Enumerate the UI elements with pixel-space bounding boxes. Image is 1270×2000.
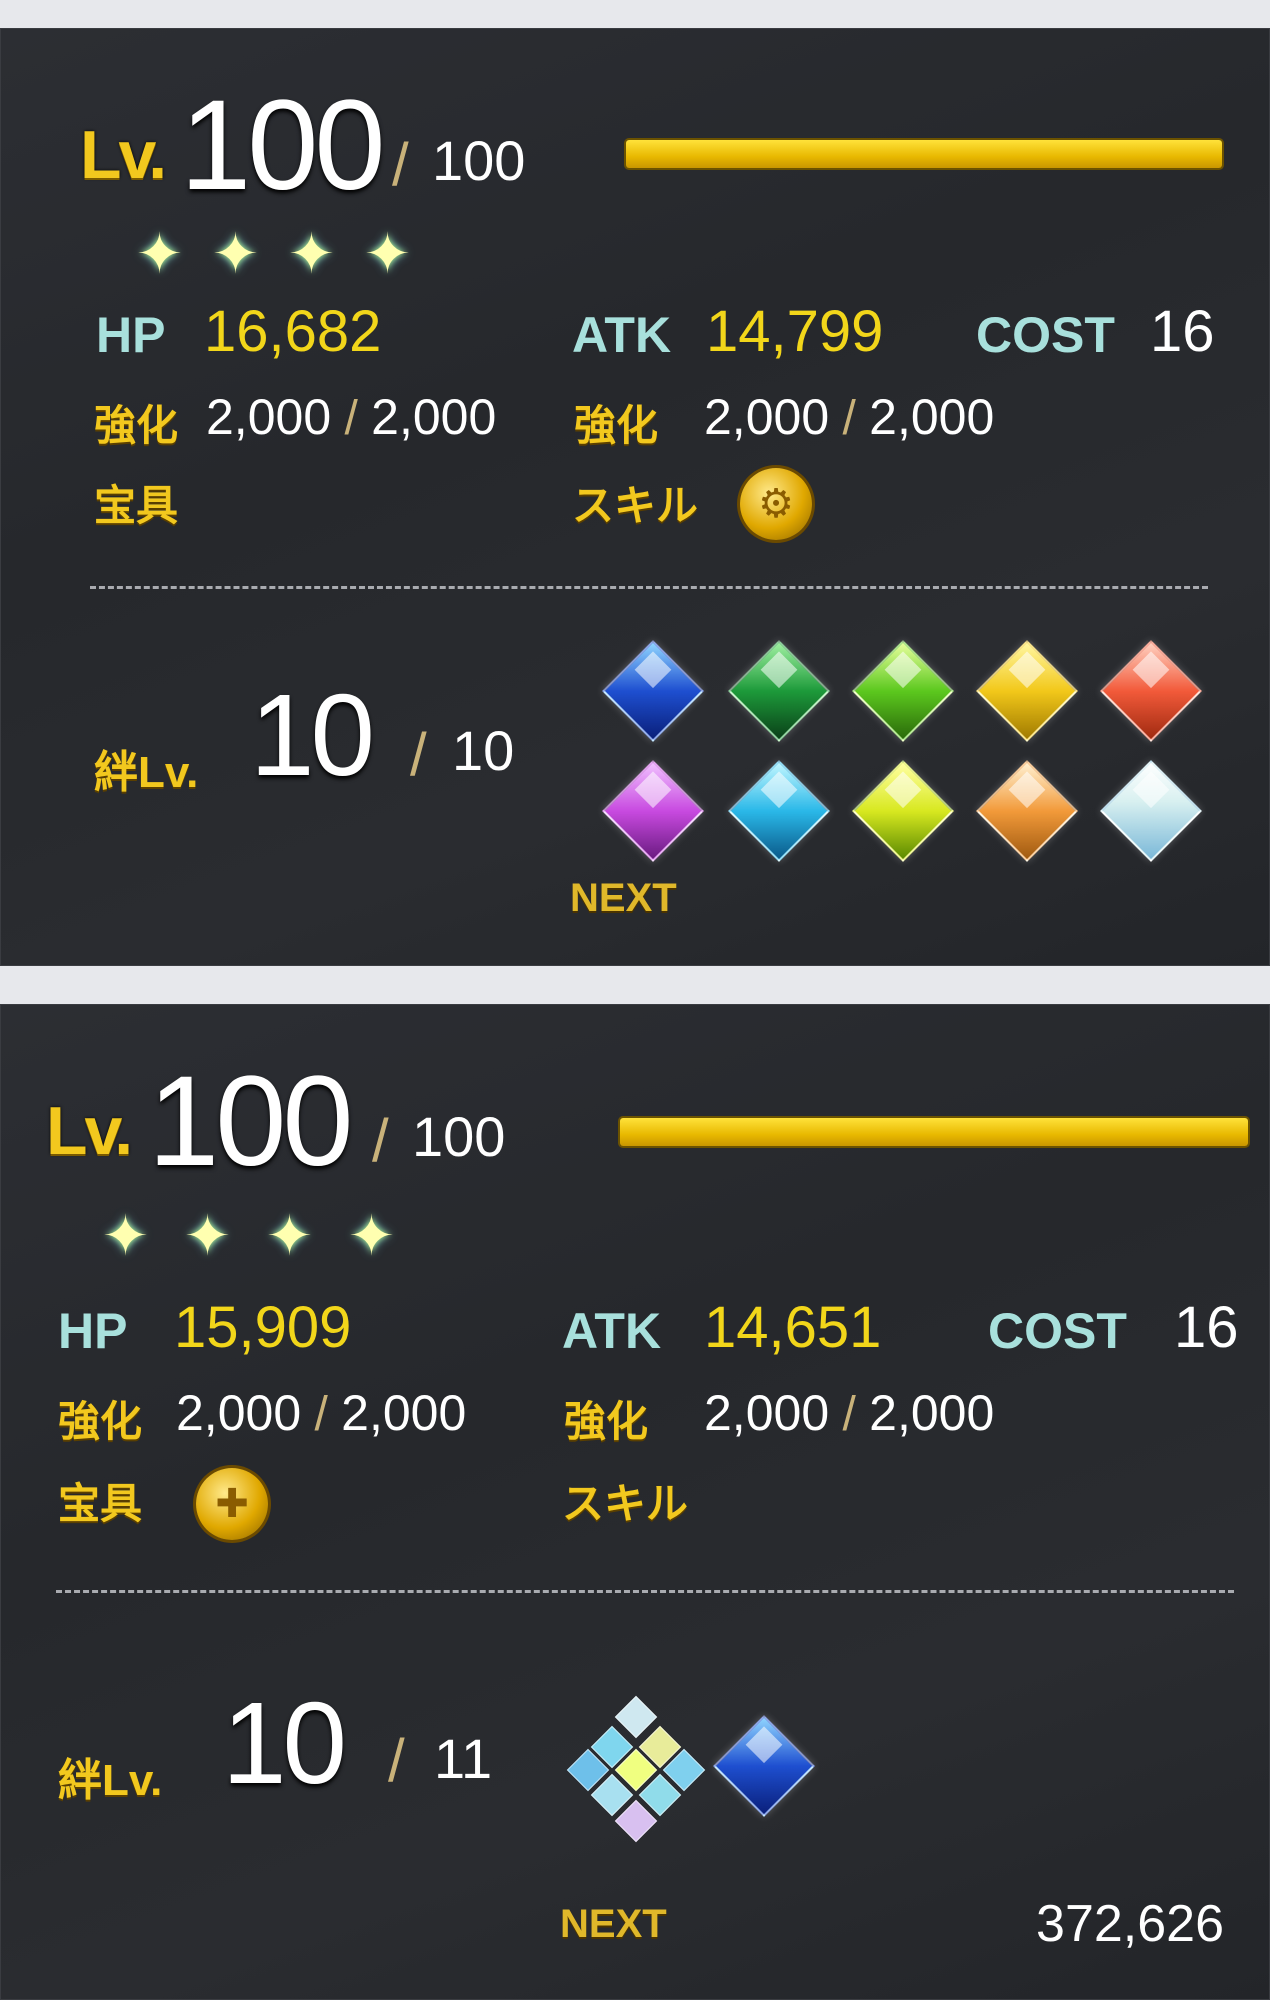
star-icon: ✦ xyxy=(136,222,183,285)
bond-cluster-gem-icon xyxy=(560,1694,710,1844)
next-bond-points: 372,626 xyxy=(1036,1895,1224,1953)
hp-fou-label: 強化 xyxy=(94,402,179,449)
level-progress-bar xyxy=(626,140,1222,168)
atk-value: 14,651 xyxy=(704,1295,882,1360)
bond-slash: / xyxy=(388,1727,405,1794)
bond-gem-icon xyxy=(713,1715,815,1817)
cost-value: 16 xyxy=(1150,299,1215,364)
servant-status-card-1: Lv. 100 / 100 ✦ ✦ ✦ ✦ HP 16,682 ATK 14,7… xyxy=(0,28,1270,966)
atk-label: ATK xyxy=(562,1303,662,1359)
star-icon: ✦ xyxy=(266,1204,313,1267)
bond-value: 10 xyxy=(250,670,375,800)
bond-gem-icon xyxy=(852,640,954,742)
next-label: NEXT xyxy=(570,876,677,920)
hp-fou-label: 強化 xyxy=(58,1398,143,1445)
bond-label: 絆Lv. xyxy=(94,748,199,797)
divider xyxy=(90,586,1208,589)
atk-fou-value: 2,000 / 2,000 xyxy=(704,389,995,445)
bond-gem-icon xyxy=(976,760,1078,862)
hp-value: 16,682 xyxy=(204,299,382,364)
servant-status-card-2: Lv. 100 / 100 ✦ ✦ ✦ ✦ HP 15,909 ATK 14,6… xyxy=(0,1004,1270,2000)
bond-max: 10 xyxy=(452,719,515,782)
star-icon: ✦ xyxy=(102,1204,149,1267)
hp-label: HP xyxy=(58,1303,128,1359)
atk-fou-value: 2,000 / 2,000 xyxy=(704,1385,995,1441)
atk-label: ATK xyxy=(572,307,672,363)
bond-gem-icon xyxy=(1100,760,1202,862)
level-value: 100 xyxy=(180,74,386,217)
hp-label: HP xyxy=(96,307,166,363)
atk-fou-label: 強化 xyxy=(564,1398,649,1445)
bond-gem-icon xyxy=(602,640,704,742)
atk-fou-label: 強化 xyxy=(574,402,659,449)
bond-gem-icon xyxy=(728,760,830,862)
next-label: NEXT xyxy=(560,1902,667,1946)
np-medal-icon: ✚ xyxy=(196,1468,268,1540)
level-label: Lv. xyxy=(46,1093,133,1169)
hp-fou-value: 2,000 / 2,000 xyxy=(206,389,497,445)
bond-gem-icon xyxy=(602,760,704,862)
star-icon: ✦ xyxy=(348,1204,395,1267)
level-value: 100 xyxy=(148,1050,354,1193)
level-label: Lv. xyxy=(80,117,167,193)
skill-label: スキル xyxy=(572,482,699,529)
hp-value: 15,909 xyxy=(174,1295,352,1360)
bond-gem-icon xyxy=(1100,640,1202,742)
skill-medal-icon: ⚙ xyxy=(740,468,812,540)
star-icon: ✦ xyxy=(288,222,335,285)
bond-gem-icon xyxy=(976,640,1078,742)
divider xyxy=(56,1590,1234,1593)
cost-label: COST xyxy=(976,307,1115,363)
level-slash: / xyxy=(392,131,409,198)
bond-label: 絆Lv. xyxy=(58,1756,163,1805)
level-progress-bar xyxy=(620,1118,1248,1146)
bond-gem-icon xyxy=(728,640,830,742)
skill-label: スキル xyxy=(562,1480,689,1527)
bond-slash: / xyxy=(410,721,427,788)
level-slash: / xyxy=(372,1107,389,1174)
cost-value: 16 xyxy=(1174,1295,1239,1360)
star-icon: ✦ xyxy=(184,1204,231,1267)
np-label: 宝具 xyxy=(58,1480,143,1527)
level-max: 100 xyxy=(412,1105,506,1168)
star-icon: ✦ xyxy=(212,222,259,285)
hp-fou-value: 2,000 / 2,000 xyxy=(176,1385,467,1441)
bond-max: 11 xyxy=(434,1727,493,1790)
bond-value: 10 xyxy=(222,1678,347,1808)
cost-label: COST xyxy=(988,1303,1127,1359)
atk-value: 14,799 xyxy=(706,299,884,364)
bond-gem-icon xyxy=(852,760,954,862)
np-label: 宝具 xyxy=(94,482,179,529)
level-max: 100 xyxy=(432,129,526,192)
star-icon: ✦ xyxy=(364,222,411,285)
